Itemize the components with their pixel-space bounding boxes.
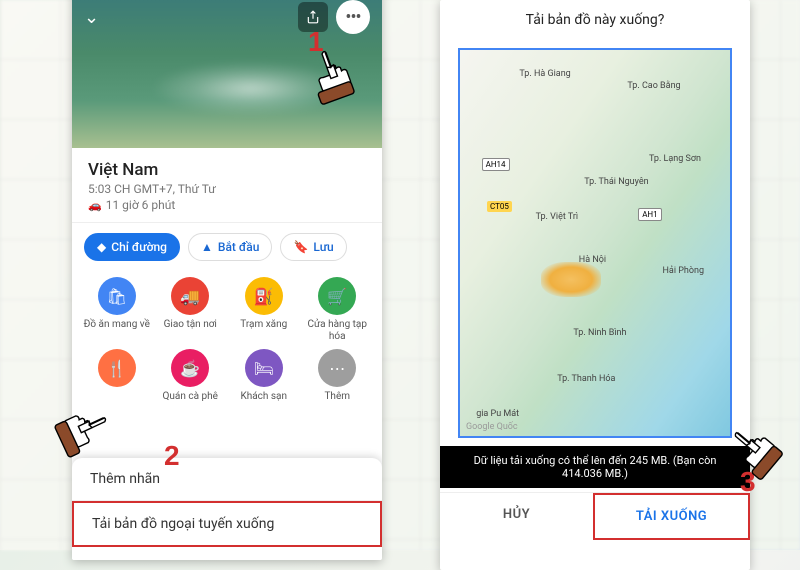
download-size-info: Dữ liệu tải xuống có thể lên đến 245 MB.…	[440, 446, 750, 488]
directions-button[interactable]: ◆ Chỉ đường	[84, 233, 180, 261]
place-title: Việt Nam	[88, 160, 366, 180]
gas-icon: ⛽	[245, 277, 283, 315]
cat-label: Khách sạn	[229, 391, 299, 403]
drive-time: 11 giờ 6 phút	[88, 198, 366, 212]
directions-label: Chỉ đường	[111, 240, 167, 254]
cat-label: Đồ ăn mang về	[82, 319, 152, 331]
city-label: Tp. Hà Giang	[519, 69, 570, 79]
city-label: Hà Nội	[579, 255, 606, 265]
navigate-icon: ▲	[201, 240, 213, 254]
share-button[interactable]	[298, 2, 328, 32]
cat-label: Quán cà phê	[156, 391, 226, 403]
sheet-add-label[interactable]: Thêm nhãn	[72, 458, 382, 501]
more-cat-icon: ⋯	[318, 349, 356, 387]
place-time: 5:03 CH GMT+7, Thứ Tư	[88, 182, 366, 196]
city-label: Tp. Cao Bằng	[627, 81, 680, 91]
share-icon	[306, 10, 320, 24]
road-badge: AH1	[638, 208, 661, 221]
city-label: Tp. Việt Trì	[536, 212, 579, 222]
city-label: Hải Phòng	[663, 266, 705, 276]
road-badge: CT05	[487, 201, 512, 212]
city-label: gia Pu Mát	[476, 409, 519, 419]
cat-delivery[interactable]: 🚚 Giao tận nơi	[156, 277, 226, 343]
more-menu-button[interactable]: •••	[336, 0, 370, 34]
hotel-icon: 🛏	[245, 349, 283, 387]
food-icon: 🍴	[98, 349, 136, 387]
delivery-icon: 🚚	[171, 277, 209, 315]
save-button[interactable]: 🔖 Lưu	[280, 233, 346, 261]
start-label: Bắt đầu	[218, 240, 260, 254]
cat-label: Trạm xăng	[229, 319, 299, 331]
sheet-download-offline[interactable]: Tải bản đồ ngoại tuyến xuống	[72, 501, 382, 547]
bottom-sheet: Thêm nhãn Tải bản đồ ngoại tuyến xuống Đ…	[72, 458, 382, 560]
directions-icon: ◆	[97, 240, 106, 254]
city-label: Tp. Ninh Bình	[573, 328, 626, 338]
download-actions: HỦY TẢI XUỐNG	[440, 492, 750, 540]
start-button[interactable]: ▲ Bắt đầu	[188, 233, 272, 261]
cat-gas[interactable]: ⛽ Trạm xăng	[229, 277, 299, 343]
city-label: Tp. Lạng Sơn	[649, 154, 701, 164]
takeout-icon: 🛍	[98, 277, 136, 315]
cat-label: Giao tận nơi	[156, 319, 226, 331]
download-button[interactable]: TẢI XUỐNG	[593, 493, 750, 540]
cat-more[interactable]: ⋯ Thêm	[303, 349, 373, 403]
cat-grocery[interactable]: 🛒 Cửa hàng tạp hóa	[303, 277, 373, 343]
coffee-icon: ☕	[171, 349, 209, 387]
cat-label: Cửa hàng tạp hóa	[303, 319, 373, 343]
action-row: ◆ Chỉ đường ▲ Bắt đầu 🔖 Lưu	[72, 223, 382, 269]
map-preview[interactable]: Google Quốc Tp. Hà Giang Tp. Cao Bằng Tp. …	[458, 48, 732, 438]
cat-coffee[interactable]: ☕ Quán cà phê	[156, 349, 226, 403]
city-label: Tp. Thanh Hóa	[557, 374, 615, 384]
phone-right: Tải bản đồ này xuống? Google Quốc Tp. Hà…	[440, 0, 750, 570]
cat-hotel[interactable]: 🛏 Khách sạn	[229, 349, 299, 403]
phone-left: ⌄ ••• Việt Nam 5:03 CH GMT+7, Thứ Tư 11 …	[72, 0, 382, 560]
road-badge: AH14	[482, 158, 510, 171]
cancel-button[interactable]: HỦY	[440, 493, 593, 540]
more-icon: •••	[345, 7, 360, 28]
save-label: Lưu	[313, 240, 333, 254]
drive-time-text: 11 giờ 6 phút	[106, 198, 176, 212]
city-label: Tp. Thái Nguyên	[584, 177, 648, 187]
bookmark-icon: 🔖	[293, 240, 308, 254]
cat-takeout[interactable]: 🛍 Đồ ăn mang về	[82, 277, 152, 343]
chevron-down-icon[interactable]: ⌄	[84, 7, 99, 28]
map-attribution: Google Quốc	[466, 422, 518, 432]
place-info: Việt Nam 5:03 CH GMT+7, Thứ Tư 11 giờ 6 …	[72, 148, 382, 223]
download-header: Tải bản đồ này xuống?	[440, 0, 750, 40]
grocery-icon: 🛒	[318, 277, 356, 315]
sheet-set-parking[interactable]: Đặt làm vị trí đỗ xe	[72, 547, 382, 560]
category-grid: 🛍Đồ ăn mang về 🚚Giao tận nơi ⛽Trạm xăng …	[72, 269, 382, 411]
place-hero-image: ⌄ •••	[72, 0, 382, 148]
cat-label: Thêm	[303, 391, 373, 403]
car-icon	[88, 198, 102, 212]
cat-food[interactable]: 🍴	[82, 349, 152, 403]
